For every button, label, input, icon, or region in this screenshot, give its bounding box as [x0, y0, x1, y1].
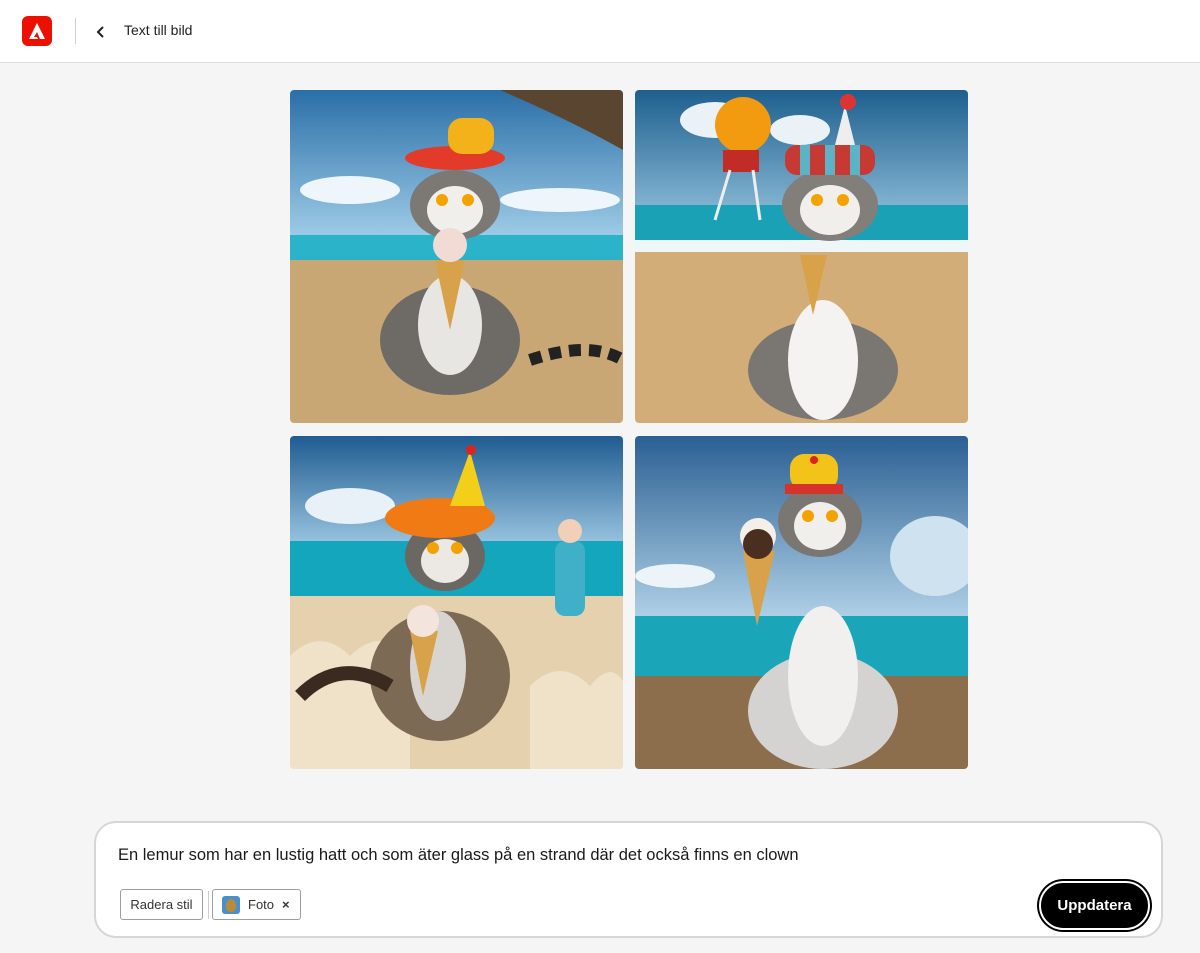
chevron-left-icon [96, 26, 104, 38]
adobe-logo-icon[interactable] [22, 16, 52, 46]
style-chip-label: Foto [248, 897, 275, 912]
update-button[interactable]: Uppdatera [1039, 881, 1150, 930]
prompt-panel: En lemur som har en lustig hatt och som … [94, 821, 1163, 938]
generated-image-3[interactable] [290, 436, 623, 769]
photo-style-thumbnail [222, 895, 240, 914]
style-chip-photo[interactable]: Foto × [212, 889, 301, 920]
generated-image-1[interactable] [290, 90, 623, 423]
page-title: Text till bild [124, 22, 193, 38]
image-gallery [290, 90, 969, 769]
generated-image-4[interactable] [635, 436, 968, 769]
prompt-input[interactable]: En lemur som har en lustig hatt och som … [118, 846, 799, 865]
back-button[interactable] [90, 19, 112, 43]
chip-divider [208, 891, 209, 919]
close-icon[interactable]: × [282, 897, 290, 912]
top-bar: Text till bild [0, 0, 1200, 63]
clear-style-button[interactable]: Radera stil [120, 889, 203, 920]
header-divider [75, 18, 76, 44]
generated-image-2[interactable] [635, 90, 968, 423]
